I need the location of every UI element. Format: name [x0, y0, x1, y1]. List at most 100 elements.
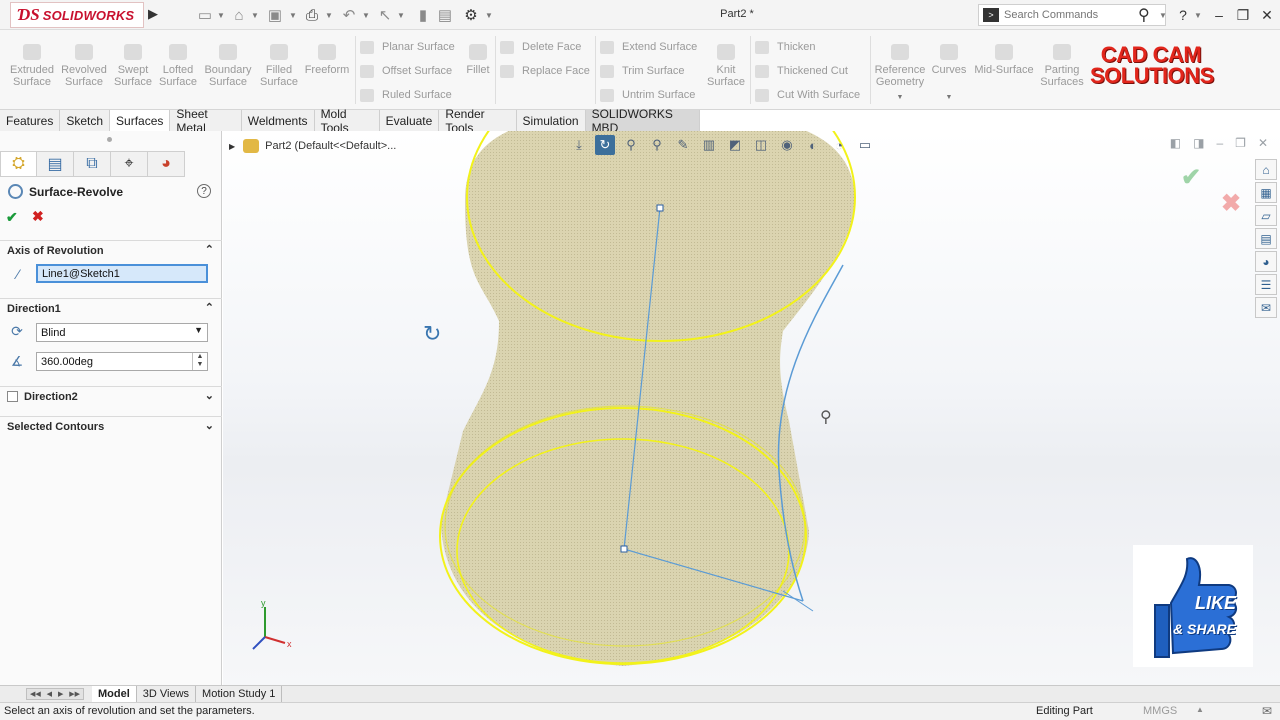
tab-weldments[interactable]: Weldments: [242, 110, 315, 131]
tab-scroll-arrows[interactable]: ◀◀ ◀ ▶ ▶▶: [26, 688, 84, 700]
direction2-checkbox[interactable]: [7, 391, 18, 402]
open-icon[interactable]: ⌂: [230, 5, 248, 25]
search-icon[interactable]: ⚲: [1138, 5, 1150, 25]
tab-sketch[interactable]: Sketch: [60, 110, 111, 131]
close-icon[interactable]: ✕: [1256, 5, 1278, 25]
curves-button[interactable]: Curves ▼: [926, 44, 972, 104]
panel-splitter-handle[interactable]: [107, 137, 112, 142]
tab-features[interactable]: Features: [0, 110, 61, 131]
delete-face-button[interactable]: Delete Face: [500, 38, 581, 56]
parting-surfaces-button[interactable]: Parting Surfaces: [1036, 44, 1088, 88]
last-tab-icon[interactable]: ▶▶: [69, 690, 80, 698]
dimxpert-manager-tab-icon[interactable]: ⌖: [111, 151, 148, 177]
reference-geometry-dropdown-icon[interactable]: ▼: [872, 92, 928, 104]
tile-right-icon[interactable]: ◨: [1193, 136, 1204, 150]
forum-icon[interactable]: ✉: [1255, 297, 1277, 318]
tab-sheet-metal[interactable]: Sheet Metal: [170, 107, 242, 135]
solidworks-resources-icon[interactable]: ⌂: [1255, 159, 1277, 180]
fillet-button[interactable]: Fillet: [456, 44, 500, 76]
offset-surface-button[interactable]: Offset Surface: [360, 62, 452, 80]
trim-surface-button[interactable]: Trim Surface: [600, 62, 685, 80]
tab-3d-views[interactable]: 3D Views: [137, 686, 197, 702]
undo-dropdown-icon[interactable]: ▼: [361, 5, 371, 25]
axis-of-revolution-header[interactable]: Axis of Revolution ⌃: [0, 240, 222, 260]
ruled-surface-button[interactable]: Ruled Surface: [360, 86, 452, 104]
rotate-view-icon[interactable]: ↻: [595, 135, 615, 155]
tooltip-bubble-icon[interactable]: ✉: [1262, 704, 1272, 718]
tab-render-tools[interactable]: Render Tools: [439, 107, 517, 135]
units-dropdown-icon[interactable]: ▲: [1196, 705, 1204, 714]
tab-model[interactable]: Model: [92, 686, 137, 702]
restore-window-icon[interactable]: ❐: [1235, 136, 1246, 150]
confirmation-ok-icon[interactable]: ✔: [1181, 163, 1201, 192]
curves-dropdown-icon[interactable]: ▼: [926, 92, 972, 104]
thicken-button[interactable]: Thicken: [755, 38, 816, 56]
menu-expand-icon[interactable]: ▶: [148, 6, 158, 22]
view-palette-icon[interactable]: ▤: [1255, 228, 1277, 249]
select-icon[interactable]: ↖: [376, 5, 394, 25]
ok-check-icon[interactable]: ✔: [6, 209, 18, 226]
chevron-down-icon[interactable]: ⌄: [205, 419, 214, 432]
tab-motion-study-1[interactable]: Motion Study 1: [196, 686, 283, 702]
boundary-surface-button[interactable]: Boundary Surface: [201, 44, 255, 88]
tile-left-icon[interactable]: ◧: [1170, 136, 1181, 150]
display-manager-tab-icon[interactable]: ◕: [148, 151, 185, 177]
previous-view-icon[interactable]: ✎: [673, 135, 693, 155]
selected-contours-header[interactable]: Selected Contours ⌄: [0, 416, 222, 436]
view-normal-icon[interactable]: ⤓: [569, 135, 589, 155]
configuration-manager-tab-icon[interactable]: ⧉: [74, 151, 111, 177]
apply-scene-icon[interactable]: ◔: [829, 135, 849, 155]
search-dropdown-icon[interactable]: ▼: [1158, 5, 1168, 25]
custom-properties-icon[interactable]: ☰: [1255, 274, 1277, 295]
select-dropdown-icon[interactable]: ▼: [396, 5, 406, 25]
extruded-surface-button[interactable]: Extruded Surface: [5, 44, 59, 88]
feature-manager-tab-icon[interactable]: ⛭: [0, 151, 37, 177]
property-manager-tab-icon[interactable]: ▤: [37, 151, 74, 177]
tab-mold-tools[interactable]: Mold Tools: [315, 107, 380, 135]
cancel-x-icon[interactable]: ✖: [32, 208, 44, 225]
new-document-icon[interactable]: ▭: [196, 5, 214, 25]
reference-geometry-button[interactable]: Reference Geometry ▼: [872, 44, 928, 104]
feature-tree-flyout[interactable]: ▶ Part2 (Default<<Default>...: [229, 139, 396, 153]
revolved-surface-body[interactable]: [441, 131, 855, 666]
axis-of-revolution-field[interactable]: Line1@Sketch1: [36, 264, 208, 283]
minimize-icon[interactable]: –: [1208, 5, 1230, 25]
confirmation-cancel-icon[interactable]: ✖: [1221, 189, 1241, 218]
knit-surface-button[interactable]: Knit Surface: [703, 44, 749, 88]
new-dropdown-icon[interactable]: ▼: [216, 5, 226, 25]
direction1-type-select[interactable]: Blind ▼: [36, 323, 208, 342]
sketch-point-top[interactable]: [656, 204, 664, 212]
options-dropdown-icon[interactable]: ▼: [484, 5, 494, 25]
revolved-surface-model[interactable]: [223, 131, 1280, 685]
restore-icon[interactable]: ❐: [1232, 5, 1254, 25]
section-view-icon[interactable]: ▥: [699, 135, 719, 155]
reverse-direction-icon[interactable]: ⟳: [7, 321, 27, 341]
edit-appearance-icon[interactable]: ◐: [803, 135, 823, 155]
file-properties-icon[interactable]: ▤: [436, 5, 454, 25]
help-icon[interactable]: ?: [197, 184, 211, 198]
rebuild-icon[interactable]: ▮: [414, 5, 432, 25]
extend-surface-button[interactable]: Extend Surface: [600, 38, 697, 56]
print-dropdown-icon[interactable]: ▼: [324, 5, 334, 25]
tab-evaluate[interactable]: Evaluate: [380, 110, 440, 131]
tab-surfaces[interactable]: Surfaces: [110, 110, 171, 131]
tab-solidworks-mbd[interactable]: SOLIDWORKS MBD: [585, 107, 700, 135]
direction1-header[interactable]: Direction1 ⌃: [0, 298, 222, 318]
freeform-button[interactable]: Freeform: [300, 44, 354, 76]
tab-simulation[interactable]: Simulation: [517, 110, 586, 131]
design-library-icon[interactable]: ▦: [1255, 182, 1277, 203]
chevron-down-icon[interactable]: ▼: [194, 325, 203, 335]
sketch-point-bottom[interactable]: [620, 545, 628, 553]
hide-show-items-icon[interactable]: ◉: [777, 135, 797, 155]
close-window-icon[interactable]: ✕: [1258, 136, 1268, 150]
minimize-window-icon[interactable]: –: [1216, 136, 1223, 150]
search-input[interactable]: [1004, 9, 1134, 21]
undo-icon[interactable]: ↶: [340, 5, 358, 25]
help-icon[interactable]: ?: [1172, 5, 1194, 25]
options-gear-icon[interactable]: ⚙: [462, 5, 480, 25]
cut-with-surface-button[interactable]: Cut With Surface: [755, 86, 860, 104]
chevron-up-icon[interactable]: ⌃: [205, 243, 214, 256]
print-icon[interactable]: ⎙: [303, 5, 321, 25]
graphics-area[interactable]: ▶ Part2 (Default<<Default>... ⤓ ↻ ⚲ ⚲ ✎ …: [223, 131, 1280, 685]
mid-surface-button[interactable]: Mid-Surface: [972, 44, 1036, 76]
